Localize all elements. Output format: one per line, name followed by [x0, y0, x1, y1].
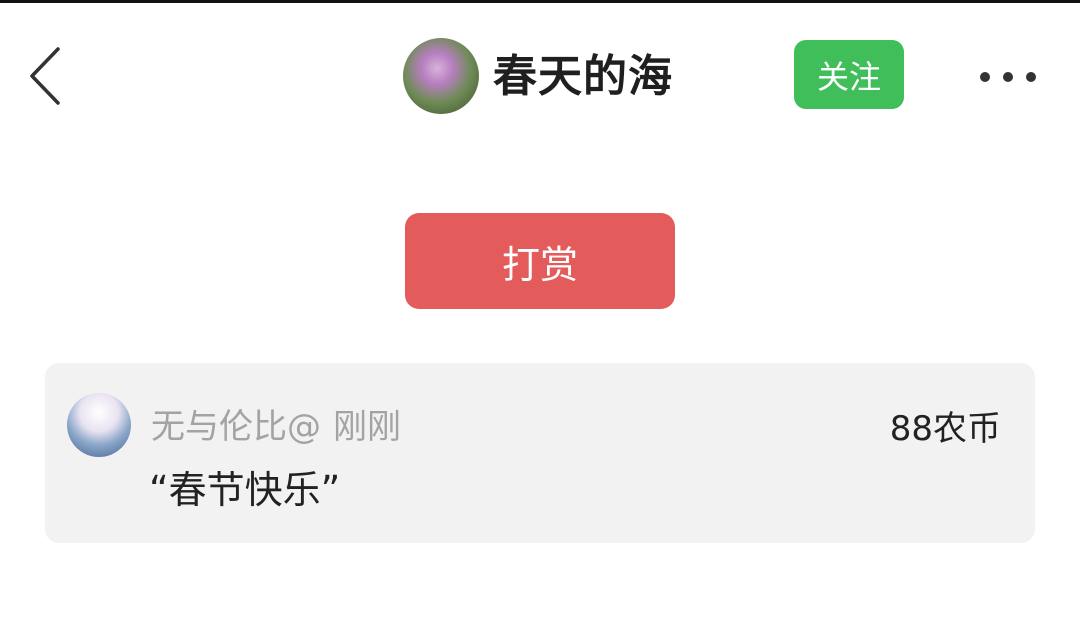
chevron-left-icon: [30, 47, 60, 105]
more-dot-icon: [980, 72, 990, 82]
more-dot-icon: [1026, 72, 1036, 82]
tipper-meta: 无与伦比@ 刚刚: [151, 399, 401, 448]
more-dot-icon: [1003, 72, 1013, 82]
author-name[interactable]: 春天的海: [493, 51, 673, 103]
tip-time: 刚刚: [333, 407, 401, 447]
tip-record-card: 无与伦比@ 刚刚 88农币 “春节快乐”: [45, 363, 1035, 543]
more-options-button[interactable]: [978, 59, 1038, 95]
tip-message: “春节快乐”: [149, 468, 341, 512]
tipper-name[interactable]: 无与伦比@: [151, 407, 321, 447]
profile-header: 春天的海 关注: [0, 3, 1080, 148]
tipper-avatar[interactable]: [67, 393, 131, 457]
follow-button[interactable]: 关注: [794, 40, 904, 109]
back-button[interactable]: [22, 39, 76, 113]
author-avatar[interactable]: [403, 38, 479, 114]
tip-button[interactable]: 打赏: [405, 213, 675, 309]
tip-amount: 88农币: [889, 409, 1001, 449]
